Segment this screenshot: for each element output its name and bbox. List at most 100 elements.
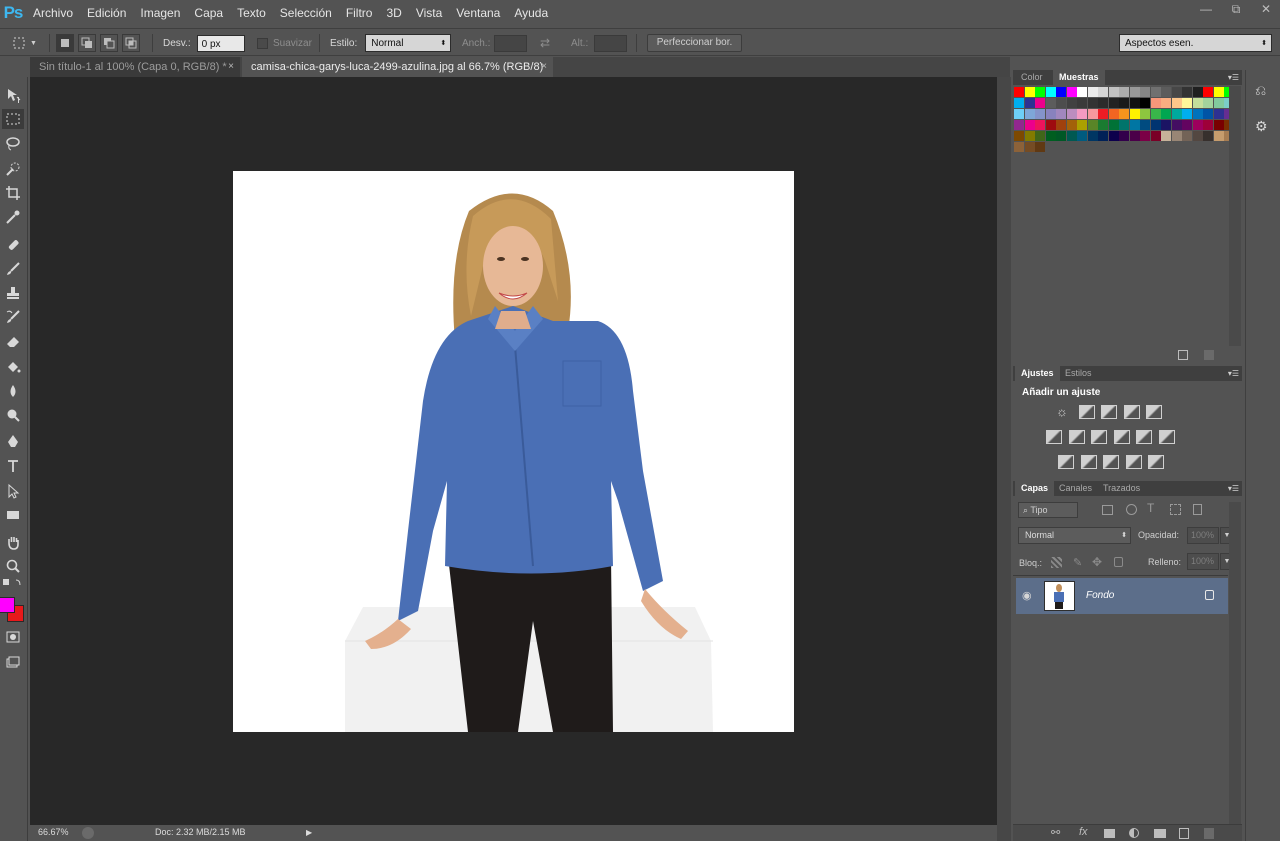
color-swatch[interactable] — [1150, 98, 1161, 108]
pen-icon[interactable] — [2, 431, 24, 451]
refine-edge-button[interactable]: Perfeccionar bor. — [647, 34, 742, 52]
document-canvas[interactable] — [233, 171, 794, 732]
quick-selection-icon[interactable] — [2, 159, 24, 179]
brightness-contrast-icon[interactable]: ☼ — [1056, 405, 1072, 419]
color-swatch[interactable] — [1129, 98, 1140, 108]
delete-swatch-icon[interactable] — [1204, 350, 1214, 360]
color-swatch[interactable] — [1161, 109, 1171, 119]
color-swatch[interactable] — [1035, 87, 1045, 97]
lock-transparent-icon[interactable] — [1051, 557, 1062, 568]
layer-filter-select[interactable]: ⌕ Tipo — [1018, 502, 1078, 518]
opacity-input[interactable]: 100% — [1187, 527, 1219, 544]
minimize-button[interactable]: — — [1192, 0, 1220, 18]
filter-pixel-icon[interactable] — [1102, 505, 1113, 515]
swatches-scrollbar[interactable] — [1229, 86, 1241, 346]
color-swatch[interactable] — [1150, 87, 1161, 97]
color-swatch[interactable] — [1035, 109, 1045, 119]
menu-seleccion[interactable]: Selección — [273, 0, 339, 26]
color-swatch[interactable] — [1129, 131, 1140, 141]
color-swatch[interactable] — [1087, 87, 1098, 97]
close-icon[interactable]: × — [541, 57, 547, 77]
gradient-map-icon[interactable] — [1148, 455, 1164, 469]
layer-style-fx-icon[interactable]: fx — [1079, 826, 1088, 838]
color-swatch[interactable] — [1056, 87, 1066, 97]
subtract-selection-icon[interactable] — [100, 34, 118, 52]
tab-swatches[interactable]: Muestras — [1053, 70, 1105, 85]
color-swatch[interactable] — [1182, 109, 1192, 119]
menu-capa[interactable]: Capa — [187, 0, 230, 26]
close-button[interactable]: ✕ — [1252, 0, 1280, 18]
color-swatch[interactable] — [1035, 120, 1045, 130]
color-swatch[interactable] — [1098, 98, 1108, 108]
layer-name[interactable]: Fondo — [1086, 590, 1114, 601]
color-swatch[interactable] — [1140, 120, 1150, 130]
panel-menu-icon[interactable]: ▾☰ — [1228, 481, 1239, 496]
color-swatch[interactable] — [1087, 109, 1098, 119]
foreground-color-swatch[interactable] — [0, 597, 15, 613]
color-swatch[interactable] — [1161, 98, 1171, 108]
vertical-scrollbar[interactable] — [997, 77, 1011, 841]
color-swatch[interactable] — [1161, 87, 1171, 97]
color-swatch[interactable] — [1098, 131, 1108, 141]
style-select[interactable]: Normal ⬍ — [365, 34, 452, 52]
new-selection-icon[interactable] — [56, 34, 74, 52]
quick-mask-icon[interactable] — [2, 627, 24, 647]
color-swatch[interactable] — [1161, 131, 1171, 141]
eraser-icon[interactable] — [2, 331, 24, 351]
color-swatch[interactable] — [1066, 120, 1077, 130]
type-tool-icon[interactable] — [2, 456, 24, 476]
tab-canales[interactable]: Canales — [1053, 481, 1098, 496]
color-swatch[interactable] — [1024, 98, 1035, 108]
status-menu-arrow-icon[interactable]: ▶ — [306, 828, 312, 837]
filter-shape-icon[interactable] — [1170, 504, 1181, 515]
color-swatch[interactable] — [1182, 87, 1192, 97]
color-swatch[interactable] — [1213, 109, 1224, 119]
color-swatch[interactable] — [1014, 142, 1024, 152]
color-swatch[interactable] — [1024, 131, 1035, 141]
tab-estilos[interactable]: Estilos — [1059, 366, 1098, 381]
color-swatch[interactable] — [1056, 120, 1066, 130]
color-swatch[interactable] — [1077, 87, 1087, 97]
filter-type-icon[interactable]: T — [1147, 501, 1154, 515]
tab-trazados[interactable]: Trazados — [1097, 481, 1146, 496]
color-swatch[interactable] — [1024, 120, 1035, 130]
new-swatch-icon[interactable] — [1178, 350, 1188, 360]
color-swatch[interactable] — [1098, 109, 1108, 119]
color-swatch[interactable] — [1024, 142, 1035, 152]
color-swatch[interactable] — [1119, 87, 1129, 97]
layers-scrollbar[interactable] — [1229, 502, 1241, 824]
color-swatch[interactable] — [1171, 120, 1182, 130]
history-brush-icon[interactable] — [2, 307, 24, 327]
color-swatch[interactable] — [1035, 131, 1045, 141]
color-swatch[interactable] — [1077, 98, 1087, 108]
levels-icon[interactable] — [1078, 405, 1095, 419]
color-swatch[interactable] — [1119, 98, 1129, 108]
color-swatch[interactable] — [1077, 109, 1087, 119]
color-swatch[interactable] — [1182, 98, 1192, 108]
color-swatch[interactable] — [1056, 131, 1066, 141]
color-swatch[interactable] — [1150, 120, 1161, 130]
color-swatch[interactable] — [1171, 131, 1182, 141]
rectangular-marquee-icon[interactable] — [2, 109, 24, 129]
selective-color-icon[interactable] — [1125, 455, 1142, 469]
panel-menu-icon[interactable]: ▾☰ — [1228, 70, 1239, 85]
clone-stamp-icon[interactable] — [2, 283, 24, 303]
color-swatch[interactable] — [1213, 87, 1224, 97]
blur-icon[interactable] — [2, 381, 24, 401]
color-swatch[interactable] — [1129, 109, 1140, 119]
canvas-workspace[interactable] — [30, 77, 997, 825]
menu-texto[interactable]: Texto — [230, 0, 273, 26]
height-input[interactable] — [594, 34, 628, 52]
color-swatch[interactable] — [1087, 98, 1098, 108]
curves-icon[interactable] — [1101, 405, 1117, 419]
add-mask-icon[interactable] — [1104, 829, 1115, 838]
color-swatch[interactable] — [1182, 131, 1192, 141]
menu-archivo[interactable]: Archivo — [26, 0, 80, 26]
color-swatch[interactable] — [1014, 87, 1024, 97]
color-swatch[interactable] — [1203, 98, 1213, 108]
posterize-icon[interactable] — [1080, 455, 1097, 469]
color-balance-icon[interactable] — [1068, 430, 1085, 444]
fill-input[interactable]: 100% — [1187, 553, 1219, 570]
close-icon[interactable]: × — [228, 57, 234, 77]
filter-smart-object-icon[interactable] — [1193, 504, 1202, 515]
